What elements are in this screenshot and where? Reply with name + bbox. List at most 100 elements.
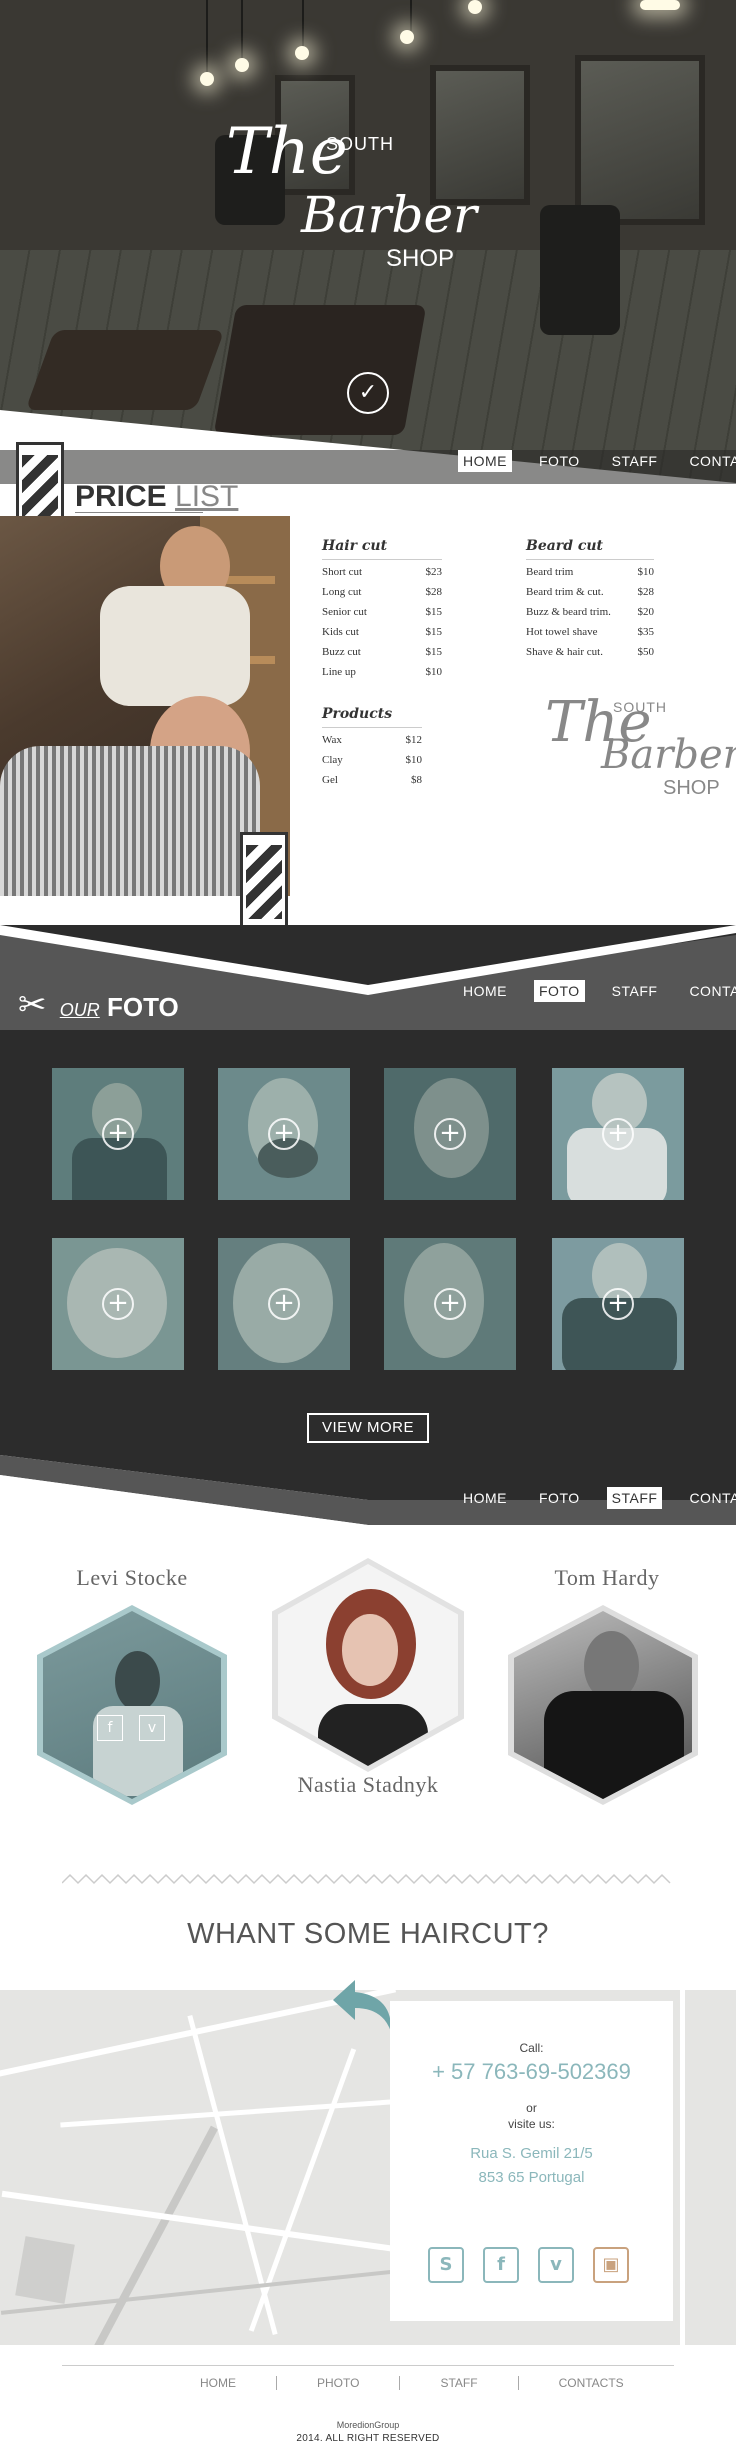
lamp-wire bbox=[241, 0, 243, 60]
nav-home[interactable]: HOME bbox=[458, 980, 512, 1002]
lamp-icon bbox=[400, 30, 414, 44]
lamp-icon bbox=[468, 0, 482, 14]
price-item-name: Line up bbox=[322, 666, 356, 678]
lamp-icon bbox=[295, 46, 309, 60]
haircut-list: Hair cut Short cut $23 Long cut $28 Senior… bbox=[322, 538, 442, 686]
foto-title: ✂ OUR FOTO bbox=[18, 985, 179, 1025]
photo-thumb[interactable]: + bbox=[384, 1068, 516, 1200]
lamp-wire bbox=[302, 0, 304, 48]
products-heading: Products bbox=[322, 706, 422, 728]
zoom-plus-icon[interactable]: + bbox=[268, 1288, 300, 1320]
vimeo-icon[interactable]: v bbox=[538, 2247, 574, 2283]
contact-card: Call: + 57 763-69-502369 or visite us: R… bbox=[390, 2001, 673, 2321]
photo-fill bbox=[514, 1611, 692, 1799]
price-row: Senior cut $15 bbox=[322, 606, 442, 626]
foto-title-foto: FOTO bbox=[106, 992, 179, 1022]
nav-contact[interactable]: CONTACT bbox=[684, 450, 736, 472]
footer-nav-staff[interactable]: STAFF bbox=[440, 2376, 477, 2390]
nav-home[interactable]: HOME bbox=[458, 1487, 512, 1509]
zoom-plus-icon[interactable]: + bbox=[102, 1288, 134, 1320]
pricelist-title: PRICE LIST bbox=[75, 480, 238, 514]
price-item-name: Wax bbox=[322, 734, 342, 746]
photo-thumb[interactable]: + bbox=[218, 1068, 350, 1200]
zoom-plus-icon[interactable]: + bbox=[102, 1118, 134, 1150]
price-item-value: $15 bbox=[425, 606, 443, 618]
price-row: Beard trim & cut. $28 bbox=[526, 586, 654, 606]
price-row: Hot towel shave $35 bbox=[526, 626, 654, 646]
beardcut-list: Beard cut Beard trim $10 Beard trim & cut… bbox=[526, 538, 654, 666]
price-item-value: $10 bbox=[405, 754, 423, 766]
barber-pole-icon bbox=[240, 832, 288, 932]
logo-shop: SHOP bbox=[386, 245, 455, 272]
zoom-plus-icon[interactable]: + bbox=[602, 1118, 634, 1150]
footer-nav: HOME PHOTO STAFF CONTACTS bbox=[200, 2376, 624, 2390]
zoom-plus-icon[interactable]: + bbox=[434, 1118, 466, 1150]
call-label: Call: bbox=[519, 2041, 544, 2055]
client-cape bbox=[0, 746, 260, 896]
price-item-value: $23 bbox=[425, 566, 443, 578]
pricelist-title-bold: PRICE bbox=[75, 480, 167, 513]
price-row: Kids cut $15 bbox=[322, 626, 442, 646]
photo-thumb[interactable]: + bbox=[552, 1068, 684, 1200]
footer-brand: MoredionGroup bbox=[336, 2420, 400, 2430]
contact-headline: WHANT SOME HAIRCUT? bbox=[187, 1918, 549, 1950]
price-item-value: $15 bbox=[425, 646, 443, 658]
photo-thumb[interactable]: + bbox=[218, 1238, 350, 1370]
photo-thumb[interactable]: + bbox=[52, 1238, 184, 1370]
staff-name-levi: Levi Stocke bbox=[76, 1565, 188, 1590]
staff-nav: HOME FOTO STAFF CONTACT bbox=[458, 1487, 736, 1509]
price-row: Line up $10 bbox=[322, 666, 442, 686]
map-road bbox=[248, 2048, 357, 2332]
footer-nav-home[interactable]: HOME bbox=[200, 2376, 236, 2390]
footer-nav-contacts[interactable]: CONTACTS bbox=[559, 2376, 624, 2390]
nav-staff[interactable]: STAFF bbox=[607, 980, 663, 1002]
price-item-value: $12 bbox=[405, 734, 423, 746]
price-row: Clay $10 bbox=[322, 754, 422, 774]
price-item-name: Buzz cut bbox=[322, 646, 361, 658]
footer-nav-photo[interactable]: PHOTO bbox=[317, 2376, 359, 2390]
nav-foto[interactable]: FOTO bbox=[534, 1487, 585, 1509]
nav-staff[interactable]: STAFF bbox=[607, 450, 663, 472]
price-row: Gel $8 bbox=[322, 774, 422, 794]
skype-icon[interactable]: S bbox=[428, 2247, 464, 2283]
price-item-name: Clay bbox=[322, 754, 343, 766]
side-logo: The SOUTH Barber SHOP bbox=[545, 685, 736, 805]
phone-number[interactable]: + 57 763-69-502369 bbox=[390, 2059, 673, 2085]
price-item-value: $10 bbox=[425, 666, 443, 678]
nav-contact[interactable]: CONTACT bbox=[684, 980, 736, 1002]
pricelist-title-thin: LIST bbox=[175, 480, 239, 513]
nav-staff[interactable]: STAFF bbox=[606, 1487, 663, 1509]
price-row: Buzz & beard trim. $20 bbox=[526, 606, 654, 626]
foto-title-our: OUR bbox=[59, 1000, 100, 1020]
price-item-name: Hot towel shave bbox=[526, 626, 598, 638]
staff-name-nastia: Nastia Stadnyk bbox=[297, 1772, 439, 1797]
zoom-plus-icon[interactable]: + bbox=[268, 1118, 300, 1150]
nav-home[interactable]: HOME bbox=[458, 450, 512, 472]
price-item-value: $35 bbox=[637, 626, 655, 638]
page: The SOUTH Barber SHOP ✓ HOME FOTO STAFF … bbox=[0, 0, 736, 2459]
visit-label: visite us: bbox=[508, 2117, 555, 2131]
instagram-icon[interactable]: ▣ bbox=[593, 2247, 629, 2283]
photo-fill bbox=[278, 1564, 458, 1766]
nav-foto[interactable]: FOTO bbox=[534, 450, 585, 472]
view-more-button[interactable]: VIEW MORE bbox=[307, 1413, 429, 1443]
logo-south: SOUTH bbox=[326, 134, 394, 154]
products-list: Products Wax $12 Clay $10 Gel $8 bbox=[322, 706, 422, 794]
photo-thumb[interactable]: + bbox=[384, 1238, 516, 1370]
price-item-value: $50 bbox=[637, 646, 655, 658]
price-item-value: $15 bbox=[425, 626, 443, 638]
price-item-name: Shave & hair cut. bbox=[526, 646, 603, 658]
facebook-icon[interactable]: f bbox=[483, 2247, 519, 2283]
photo-thumb[interactable]: + bbox=[52, 1068, 184, 1200]
price-item-name: Gel bbox=[322, 774, 338, 786]
zoom-plus-icon[interactable]: + bbox=[434, 1288, 466, 1320]
price-row: Short cut $23 bbox=[322, 566, 442, 586]
divider bbox=[75, 512, 203, 513]
photo-thumb[interactable]: + bbox=[552, 1238, 684, 1370]
zoom-plus-icon[interactable]: + bbox=[602, 1288, 634, 1320]
facebook-icon[interactable]: f bbox=[97, 1715, 123, 1741]
nav-contact[interactable]: CONTACT bbox=[684, 1487, 736, 1509]
price-item-name: Senior cut bbox=[322, 606, 367, 618]
nav-foto[interactable]: FOTO bbox=[534, 980, 585, 1002]
vimeo-icon[interactable]: v bbox=[139, 1715, 165, 1741]
